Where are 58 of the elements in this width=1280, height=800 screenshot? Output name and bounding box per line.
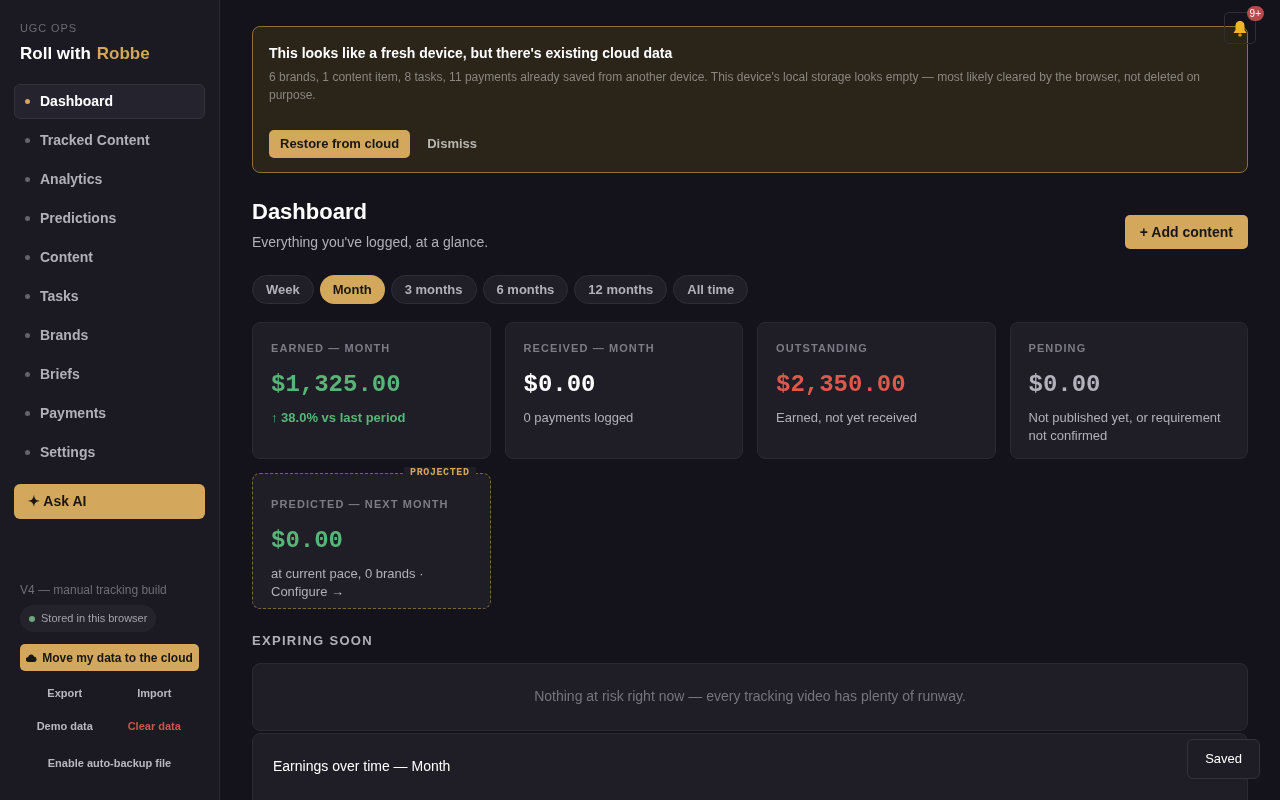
sidebar-item[interactable]: Tasks [14,279,205,314]
brand-name: Robbe [96,42,150,65]
sidebar-item[interactable]: Briefs [14,357,205,392]
app-eyebrow: UGC OPS [19,21,78,36]
banner-title: This looks like a fresh device, but there's existing cloud data [269,44,674,63]
period-tab[interactable]: 12 months [574,275,668,304]
stat-value: $0.00 [1028,369,1102,400]
stat-value: $0.00 [523,369,597,400]
page-subtitle: Everything you've logged, at a glance. [252,233,489,252]
brand-title: Roll with [20,42,91,65]
saved-toast: Saved [1187,739,1260,779]
stat-note: ↑ 38.0% vs last period [271,408,407,427]
period-tab[interactable]: Month [319,275,385,304]
auto-backup-link[interactable]: Enable auto-backup file [14,747,205,780]
period-tab[interactable]: 6 months [482,275,569,304]
sidebar-item[interactable]: Predictions [14,201,205,236]
sidebar-item[interactable]: Dashboard [14,84,205,119]
stat-label: OUTSTANDING [776,341,869,356]
dismiss-button[interactable]: Dismiss [416,130,489,158]
section-heading: EXPIRING SOON [252,632,374,650]
panel-title: Earnings over time — Month [273,757,451,774]
stat-note: at current pace, 0 brands · [271,565,424,581]
sidebar-item[interactable]: Settings [14,435,205,470]
period-tab[interactable]: Week [252,275,314,304]
stat-label: EARNED — MONTH [271,341,392,356]
sidebar-item[interactable]: Payments [14,396,205,431]
period-tab[interactable]: 3 months [390,275,477,304]
sidebar-item[interactable]: Brands [14,318,205,353]
cloud-icon [26,653,38,662]
storage-status-pill: Stored in this browser [20,605,157,632]
notification-count-badge: 9+ [1246,6,1264,21]
clear-data-link[interactable]: Clear data [109,710,199,743]
stat-value: $0.00 [271,525,344,556]
sidebar-action-link[interactable]: Import [109,677,199,710]
stat-value: $2,350.00 [776,369,907,400]
sidebar-item[interactable]: Content [14,240,205,275]
stat-note: 0 payments logged [523,408,635,427]
stat-value: $1,325.00 [271,369,402,400]
empty-message: Nothing at risk right now — every tracking video has plenty of runway. [534,687,966,706]
stat-note: Earned, not yet received [776,408,918,427]
restore-button[interactable]: Restore from cloud [269,130,411,158]
move-to-cloud-button[interactable]: Move my data to the cloud [20,644,199,671]
ask-ai-button[interactable]: ✦ Ask AI [14,484,205,519]
sidebar-item[interactable]: Tracked Content [14,123,205,158]
period-tab[interactable]: All time [673,275,749,304]
sidebar-action-link[interactable]: Export [20,677,110,710]
stat-label: PREDICTED — NEXT MONTH [271,497,450,512]
version-text: V4 — manual tracking build [19,581,168,599]
configure-link[interactable]: Configure → [271,583,344,599]
stat-label: PENDING [1028,341,1088,356]
sidebar-action-link[interactable]: Demo data [20,710,110,743]
bell-icon [1232,19,1248,37]
add-content-button[interactable]: + Add content [1124,215,1248,249]
sidebar-item[interactable]: Analytics [14,162,205,197]
stat-label: RECEIVED — MONTH [523,341,656,356]
banner-message: 6 brands, 1 content item, 8 tasks, 11 payments already saved from another device. This device's local storage looks empty — most likely cleared by the browser, not deleted on purpose. [269,69,1201,104]
stat-note: Not published yet, or requirement not confirmed [1028,408,1222,445]
page-title: Dashboard [252,198,368,226]
